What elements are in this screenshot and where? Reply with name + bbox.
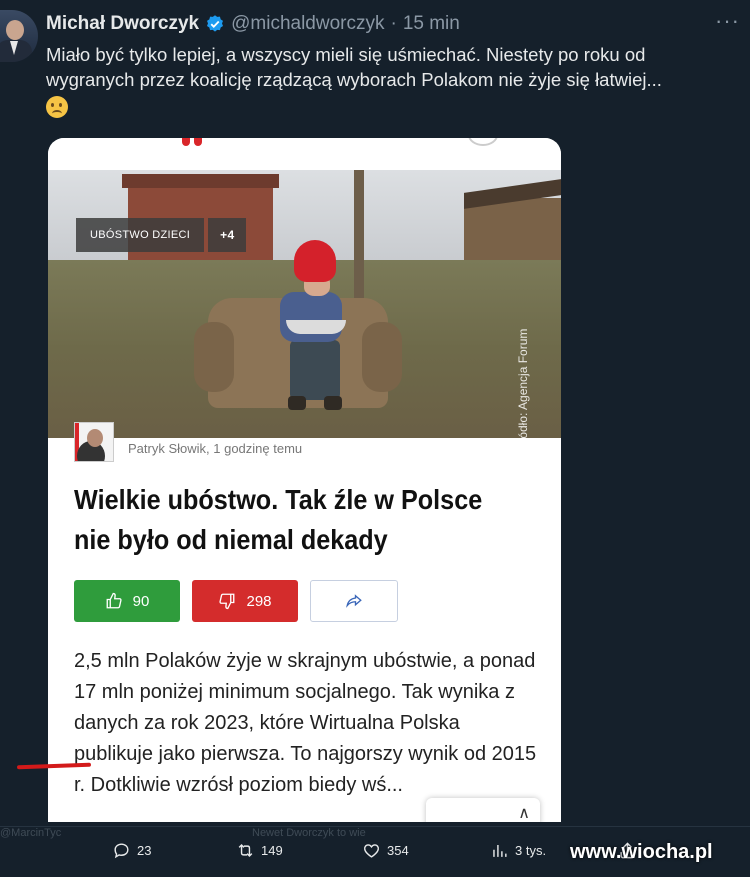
- retweet-count: 149: [261, 843, 283, 858]
- tweet-action-bar: @MarcinTyc Newet Dworczyk to wie 23 149 …: [0, 826, 750, 872]
- tweet: Michał Dworczyk @michaldworczyk · 15 min…: [0, 0, 750, 877]
- watermark: www.wiocha.pl: [570, 841, 713, 863]
- thumbs-down-count: 298: [246, 592, 272, 610]
- heart-icon: [364, 844, 379, 858]
- thumbs-up-button[interactable]: 90: [74, 580, 180, 622]
- tag-more-count[interactable]: +4: [208, 218, 247, 252]
- author-handle[interactable]: @michaldworczyk: [231, 13, 384, 35]
- article-photo: UBÓSTWO DZIECI +4 Źródło: Agencja Forum: [48, 170, 561, 438]
- views-chart-icon: [493, 844, 507, 857]
- share-arrow-icon: [346, 594, 362, 608]
- chevron-up-icon: ∧: [518, 805, 530, 822]
- thumbs-up-icon: [106, 592, 122, 609]
- like-count: 354: [387, 843, 409, 858]
- vote-buttons: 90 298: [74, 580, 398, 622]
- verified-badge-icon: [207, 15, 224, 32]
- card-top-strip: [48, 138, 561, 170]
- article-tags: UBÓSTWO DZIECI +4: [76, 218, 247, 252]
- views-button[interactable]: 3 tys.: [490, 841, 546, 860]
- worried-face-emoji-icon: [46, 96, 68, 118]
- reply-icon: [114, 843, 129, 859]
- retweet-button[interactable]: 149: [236, 841, 283, 860]
- ghost-text-center: Newet Dworczyk to wie: [252, 827, 366, 839]
- more-options-icon[interactable]: ···: [715, 8, 740, 34]
- tweet-text: Miało być tylko lepiej, a wszyscy mieli …: [46, 42, 736, 120]
- author-byline: Patryk Słowik, 1 godzinę temu: [128, 440, 303, 456]
- embedded-article-card[interactable]: UBÓSTWO DZIECI +4 Źródło: Agencja Forum …: [48, 138, 561, 822]
- like-button[interactable]: 354: [362, 841, 409, 860]
- author-avatar: [74, 422, 114, 462]
- thumbs-down-icon: [219, 593, 235, 610]
- share-button[interactable]: [310, 580, 398, 622]
- retweet-icon: [238, 843, 253, 858]
- ghost-text-left: @MarcinTyc: [0, 827, 62, 839]
- scroll-up-pill[interactable]: ∧: [426, 798, 540, 822]
- tweet-time[interactable]: 15 min: [403, 13, 460, 35]
- photo-source: Źródło: Agencja Forum: [516, 328, 530, 438]
- tweet-text-content: Miało być tylko lepiej, a wszyscy mieli …: [46, 44, 662, 90]
- article-headline[interactable]: Wielkie ubóstwo. Tak źle w Polsce nie by…: [74, 480, 488, 560]
- author-name[interactable]: Michał Dworczyk: [46, 13, 199, 35]
- views-count: 3 tys.: [515, 843, 547, 858]
- thumbs-up-count: 90: [132, 592, 150, 610]
- reply-button[interactable]: 23: [112, 841, 151, 860]
- tweet-header: Michał Dworczyk @michaldworczyk · 15 min: [46, 12, 460, 36]
- article-author: Patryk Słowik, 1 godzinę temu: [74, 422, 302, 462]
- reply-count: 23: [137, 843, 152, 858]
- separator-dot: ·: [390, 13, 397, 34]
- thumbs-down-button[interactable]: 298: [192, 580, 298, 622]
- tag-ubostwo-dzieci[interactable]: UBÓSTWO DZIECI: [76, 218, 205, 252]
- article-lead: 2,5 mln Polaków żyje w skrajnym ubóstwie…: [74, 650, 537, 796]
- avatar[interactable]: [0, 10, 38, 62]
